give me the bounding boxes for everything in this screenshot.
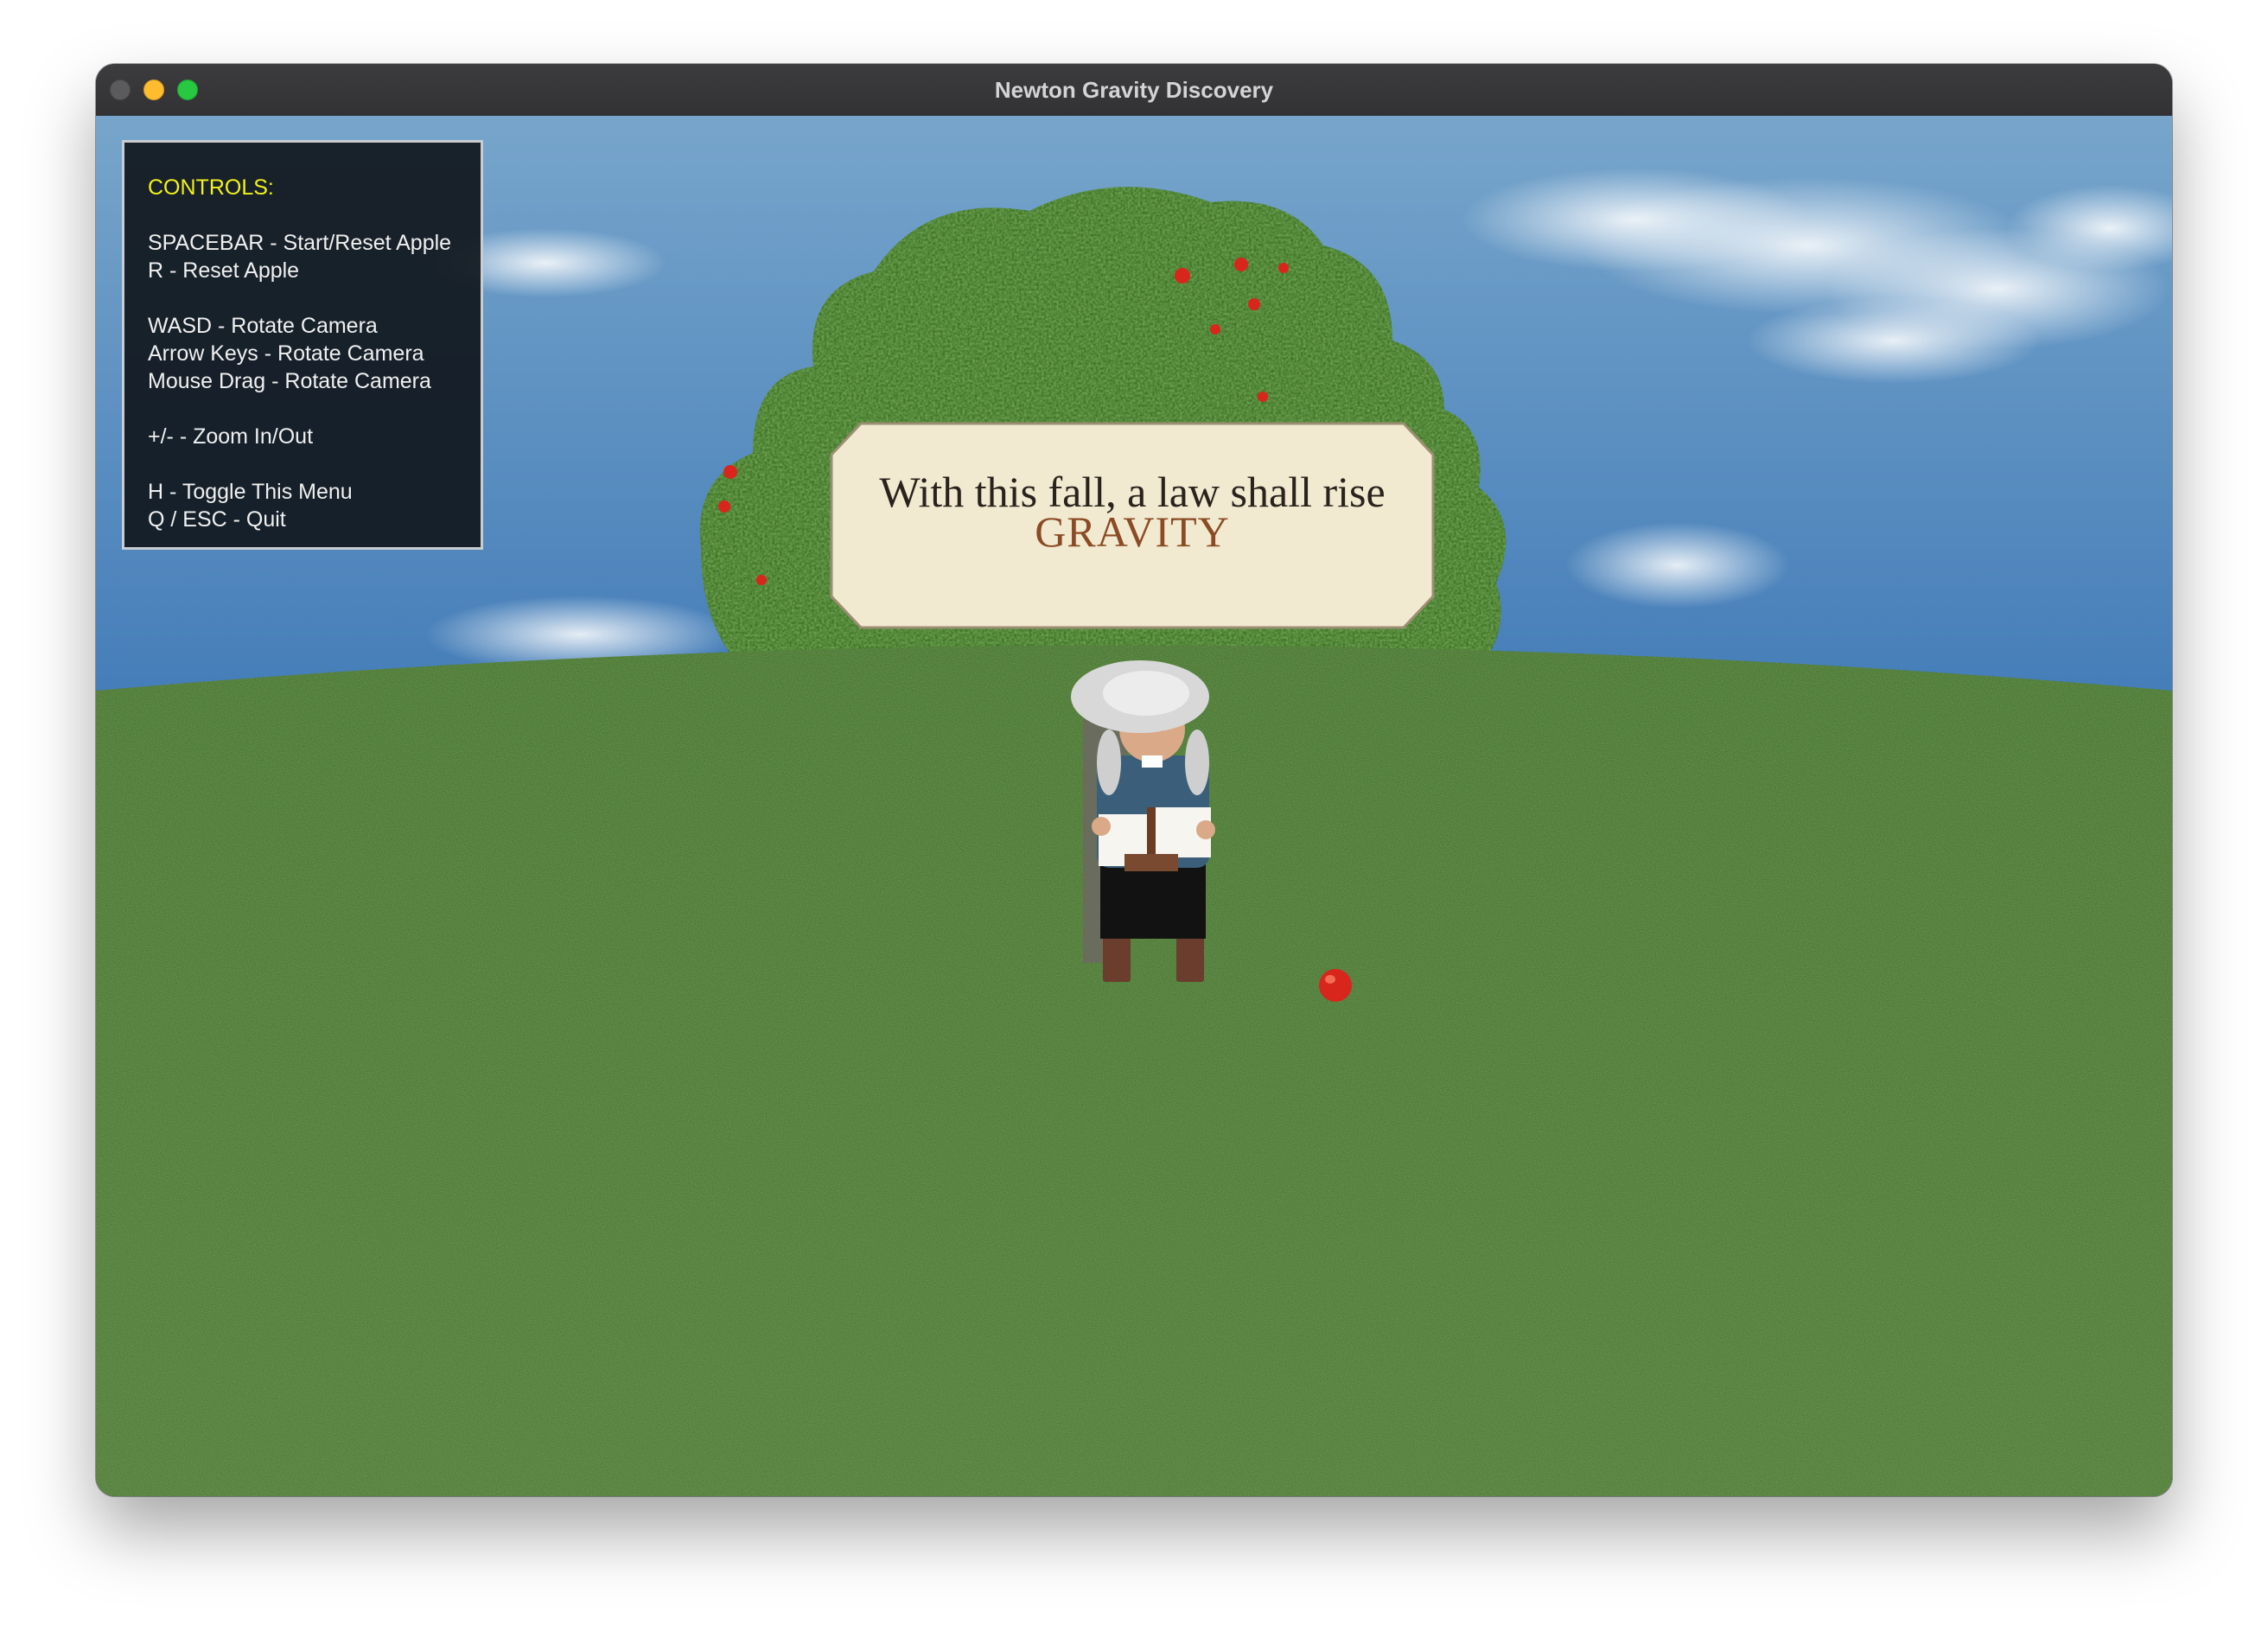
control-mouse-drag: Mouse Drag - Rotate Camera <box>148 369 431 393</box>
control-spacebar: SPACEBAR - Start/Reset Apple <box>148 231 452 255</box>
control-quit: Q / ESC - Quit <box>148 507 286 532</box>
apple[interactable] <box>1319 969 1352 1002</box>
controls-heading: CONTROLS: <box>148 175 274 200</box>
discovery-banner: With this fall, a law shall rise GRAVITY <box>830 422 1435 629</box>
controls-panel: CONTROLS: SPACEBAR - Start/Reset Apple R… <box>122 140 483 550</box>
banner-gravity: GRAVITY <box>1035 507 1230 556</box>
game-viewport[interactable]: CONTROLS: SPACEBAR - Start/Reset Apple R… <box>96 116 2172 1496</box>
control-zoom: +/- - Zoom In/Out <box>148 424 314 449</box>
control-reset: R - Reset Apple <box>148 258 300 283</box>
control-toggle-menu: H - Toggle This Menu <box>148 480 353 504</box>
title-bar[interactable]: Newton Gravity Discovery <box>96 64 2172 117</box>
control-wasd: WASD - Rotate Camera <box>148 314 378 338</box>
control-arrow-keys: Arrow Keys - Rotate Camera <box>148 341 424 366</box>
app-window: Newton Gravity Discovery CONTROLS: SPACE… <box>96 64 2172 1496</box>
window-title: Newton Gravity Discovery <box>994 77 1274 103</box>
